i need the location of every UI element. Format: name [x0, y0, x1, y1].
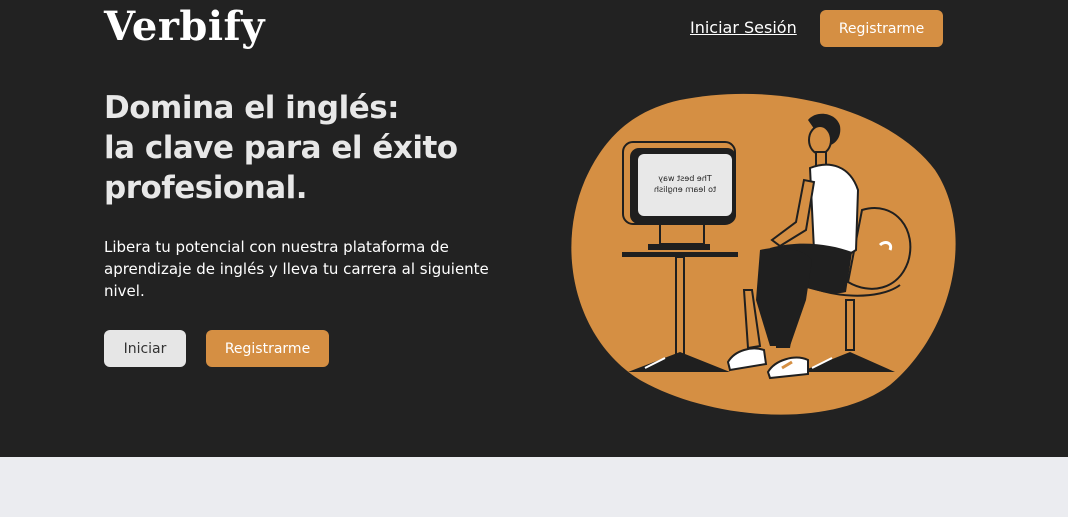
headline-line: profesional.: [104, 170, 308, 206]
hero-section: Verbify Iniciar Sesión Registrarme Domin…: [0, 0, 1068, 457]
start-button[interactable]: Iniciar: [104, 330, 186, 367]
headline-line: la clave para el éxito: [104, 130, 458, 166]
page-bottom-section: [0, 457, 1068, 517]
monitor-stand: [648, 244, 710, 250]
nav-register-button[interactable]: Registrarme: [820, 10, 943, 47]
hero-headline: Domina el inglés: la clave para el éxito…: [104, 88, 524, 208]
hero-subtitle: Libera tu potencial con nuestra platafor…: [104, 238, 489, 300]
hero-register-button[interactable]: Registrarme: [206, 330, 329, 367]
monitor-neck: [659, 223, 705, 245]
screen-text-line: to learn english: [654, 185, 716, 194]
brand-logo[interactable]: Verbify: [104, 2, 265, 52]
screen-text-line: The best way: [658, 174, 713, 183]
person-head: [808, 125, 832, 155]
login-link[interactable]: Iniciar Sesión: [690, 17, 797, 39]
hero-illustration: The best way to learn english: [571, 93, 956, 415]
person-shirt: [808, 163, 860, 258]
chair-stem: [845, 299, 855, 351]
desk-leg: [675, 256, 685, 358]
headline-line: Domina el inglés:: [104, 90, 400, 126]
